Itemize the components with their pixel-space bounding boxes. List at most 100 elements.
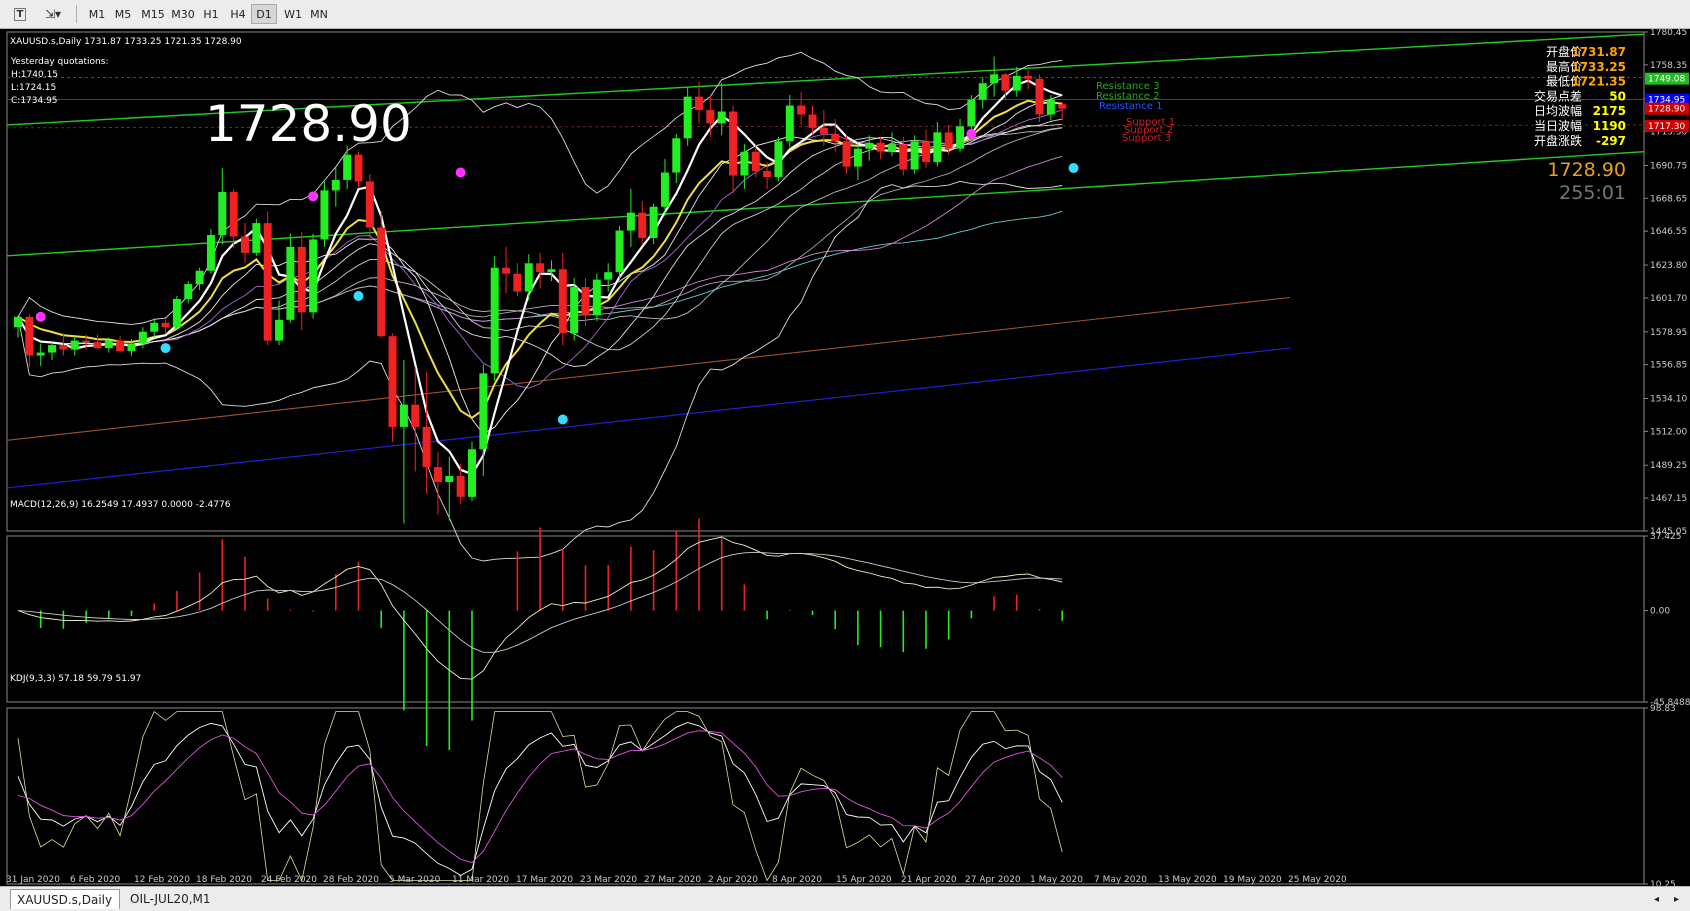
price-badge-label: 1728.90 <box>1648 105 1685 115</box>
timeframe-d1-button[interactable]: D1 <box>251 4 277 24</box>
signal-dot <box>353 291 364 302</box>
candle-body <box>831 133 840 142</box>
candle-body <box>127 343 136 352</box>
timeframe-m5-button[interactable]: M5 <box>110 4 136 24</box>
timeframe-h4-button[interactable]: H4 <box>225 4 251 24</box>
candle-body <box>956 126 965 149</box>
chart-frames <box>6 31 1645 885</box>
candle-body <box>695 96 703 111</box>
candle-body <box>763 171 772 177</box>
candle-body <box>399 404 408 427</box>
price-tick-label: 1668.65 <box>1650 194 1687 204</box>
price-tick-label: 1758.35 <box>1650 61 1687 71</box>
timeframe-h1-button[interactable]: H1 <box>198 4 224 24</box>
price-tick-label: 1534.10 <box>1650 395 1687 405</box>
candle-body <box>672 138 681 173</box>
time-tick-label: 6 Feb 2020 <box>70 875 121 885</box>
yesterday-high: H:1740.15 <box>11 70 58 80</box>
time-tick-label: 2 Apr 2020 <box>708 875 758 885</box>
candle-body <box>536 263 545 273</box>
scroll-left-icon[interactable]: ◂ <box>1648 889 1665 909</box>
timeframe-m30-button[interactable]: M30 <box>170 4 196 24</box>
candle-body <box>944 132 953 149</box>
signal-dot <box>557 414 568 425</box>
chart-toolbar: T ⇲▾ M1 M5 M15 M30 H1 H4 D1 W1 MN <box>0 0 1690 29</box>
kdj-k-line <box>17 722 1063 876</box>
signal-dot <box>455 167 466 178</box>
candle-body <box>229 191 238 237</box>
candle-body <box>275 319 284 341</box>
candle-body <box>138 331 147 344</box>
chart-tab-0[interactable]: XAUUSD.s,Daily <box>10 889 120 909</box>
candle-body <box>592 279 601 316</box>
candle-body <box>751 151 760 172</box>
info-value: 1733.25 <box>1571 60 1626 74</box>
price-tick-label: 1512.00 <box>1650 427 1687 437</box>
info-value: 1190 <box>1593 119 1626 133</box>
arrows-icon: ⇲▾ <box>44 7 62 21</box>
signal-dot <box>35 311 46 322</box>
time-tick-label: 19 May 2020 <box>1223 875 1282 885</box>
chart-tab-1[interactable]: OIL-JUL20,M1 <box>124 889 224 909</box>
candle-body <box>785 105 794 142</box>
info-value: 1721.35 <box>1571 75 1626 89</box>
price-tick-label: 1623.80 <box>1650 261 1687 271</box>
candle-body <box>206 235 215 271</box>
timeframe-m1-button[interactable]: M1 <box>84 4 110 24</box>
candle-body <box>343 154 352 180</box>
time-tick-label: 28 Feb 2020 <box>323 875 379 885</box>
candle-body <box>320 190 329 240</box>
chart-tabs-bar: XAUUSD.s,Daily OIL-JUL20,M1 ◂ ▸ <box>0 886 1690 911</box>
scroll-right-icon[interactable]: ▸ <box>1668 889 1685 909</box>
info-label: 当日波幅 <box>1534 118 1582 133</box>
info-value: -297 <box>1596 134 1626 148</box>
info-value: 50 <box>1609 89 1626 103</box>
candle-body <box>150 322 159 332</box>
candle-body <box>865 142 874 149</box>
price-tick-label: 1780.45 <box>1650 29 1687 38</box>
candle-body <box>25 316 34 356</box>
signal-dot <box>308 191 319 202</box>
candle-body <box>978 83 987 100</box>
price-badge-label: 1749.08 <box>1648 75 1685 85</box>
candle-body <box>570 287 579 334</box>
time-tick-label: 11 Mar 2020 <box>452 875 509 885</box>
price-tick-label: 1467.15 <box>1650 494 1687 504</box>
price-tick-label: 1646.55 <box>1650 227 1687 237</box>
signal-dot <box>1068 163 1079 174</box>
time-tick-label: 13 May 2020 <box>1158 875 1217 885</box>
signal-dot <box>160 343 171 354</box>
candle-body <box>422 426 431 468</box>
macd-tick-label: 37.425 <box>1650 532 1682 542</box>
candle-body <box>967 99 976 127</box>
time-tick-label: 21 Apr 2020 <box>901 875 957 885</box>
candle-body <box>660 172 669 207</box>
candle-body <box>263 223 272 341</box>
time-tick-label: 7 May 2020 <box>1094 875 1147 885</box>
text-tool-button[interactable]: T <box>10 4 30 24</box>
timeframe-w1-button[interactable]: W1 <box>280 4 306 24</box>
candle-body <box>1046 99 1055 115</box>
candle-body <box>116 340 125 352</box>
candle-body <box>513 273 522 292</box>
candle-body <box>1058 104 1067 109</box>
candle-body <box>161 322 170 328</box>
candle-body <box>252 223 261 253</box>
timeframe-m15-button[interactable]: M15 <box>140 4 166 24</box>
candle-body <box>93 342 102 349</box>
chart-area[interactable]: 1780.451758.351735.801713.501690.751668.… <box>0 29 1690 887</box>
timeframe-mn-button[interactable]: MN <box>306 4 332 24</box>
big-price-label: 1728.90 <box>205 95 412 153</box>
time-tick-label: 23 Mar 2020 <box>580 875 637 885</box>
time-tick-label: 24 Feb 2020 <box>261 875 317 885</box>
support-3-label: Support 3 <box>1122 133 1171 144</box>
candle-body <box>638 212 647 238</box>
candle-body <box>82 340 91 343</box>
price-badge-label: 1717.30 <box>1648 122 1685 132</box>
yesterday-title: Yesterday quotations: <box>10 57 108 67</box>
arrows-tool-button[interactable]: ⇲▾ <box>38 4 68 24</box>
candle-body <box>990 74 999 84</box>
info-label: 交易点差 <box>1534 88 1582 103</box>
info-value: 2175 <box>1593 104 1626 118</box>
candle-body <box>48 345 57 353</box>
